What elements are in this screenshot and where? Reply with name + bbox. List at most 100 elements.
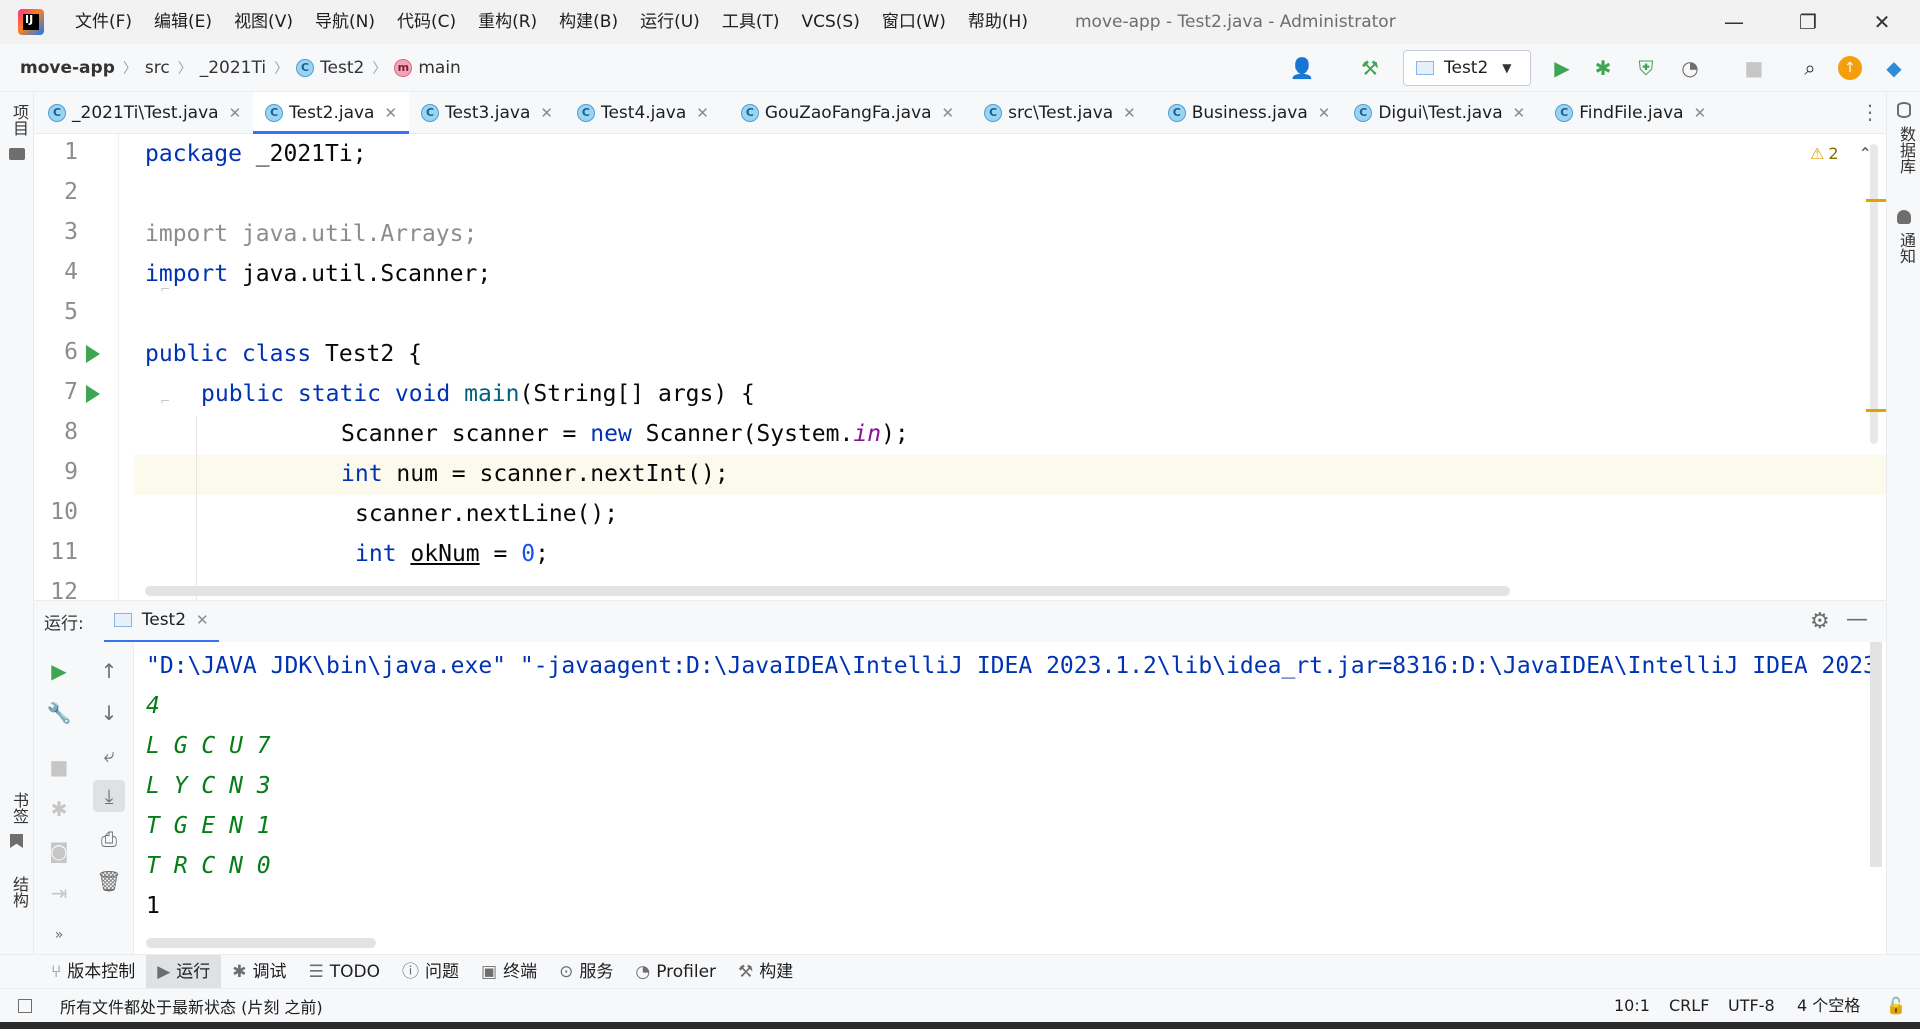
debug-icon[interactable]: ✱ — [1589, 54, 1617, 82]
menu-help[interactable]: 帮助(H) — [957, 0, 1039, 44]
settings-gear-icon[interactable]: ⚙ — [1810, 609, 1830, 634]
close-window-button[interactable]: ✕ — [1852, 0, 1912, 44]
tab-gouzaofangfa[interactable]: C GouZaoFangFa.java ✕ — [721, 92, 966, 134]
update-icon[interactable]: ↑ — [1838, 56, 1862, 80]
tool-build[interactable]: ⚒ 构建 — [727, 955, 804, 989]
close-icon[interactable]: ✕ — [1513, 104, 1526, 122]
close-icon[interactable]: ✕ — [384, 104, 397, 122]
menu-navigate[interactable]: 导航(N) — [304, 0, 386, 44]
tool-version-control[interactable]: ⑂ 版本控制 — [40, 955, 146, 989]
fold-icon[interactable]: ⌐ — [160, 394, 170, 408]
run-tab-test2[interactable]: Test2 ✕ — [103, 601, 219, 643]
menu-vcs[interactable]: VCS(S) — [790, 0, 870, 44]
coverage-icon[interactable]: ⛨ — [1632, 54, 1660, 82]
tab-src-test[interactable]: Csrc\Test.java ✕ — [966, 92, 1148, 134]
indent-setting[interactable]: 4 个空格 — [1797, 989, 1860, 1023]
bookmark-icon[interactable] — [10, 834, 23, 848]
wrench-icon[interactable]: 🔧 — [46, 700, 72, 726]
menu-view[interactable]: 视图(V) — [223, 0, 304, 44]
tool-problems[interactable]: ⓘ 问题 — [391, 955, 470, 989]
trash-icon[interactable]: 🗑 — [96, 868, 122, 894]
build-hammer-icon[interactable]: ⚒ — [1356, 54, 1384, 82]
breadcrumb-project[interactable]: move-app — [20, 58, 115, 78]
file-encoding[interactable]: UTF-8 — [1728, 989, 1775, 1023]
tab-test3[interactable]: C Test3.java ✕ — [409, 92, 565, 134]
close-icon[interactable]: ✕ — [1694, 104, 1707, 122]
tab-test4[interactable]: C Test4.java ✕ — [565, 92, 721, 134]
tool-services[interactable]: ⊙ 服务 — [548, 955, 624, 989]
search-icon[interactable]: ⌕ — [1796, 54, 1824, 82]
console-vertical-scrollbar[interactable] — [1870, 642, 1882, 867]
console-output[interactable]: "D:\JAVA JDK\bin\java.exe" "-javaagent:D… — [134, 642, 1886, 954]
tab-findfile[interactable]: C FindFile.java ✕ — [1537, 92, 1718, 134]
more-tabs-icon[interactable]: ⋮ — [1860, 100, 1880, 124]
tool-debug[interactable]: ✱ 调试 — [221, 955, 297, 989]
horizontal-scrollbar[interactable] — [145, 586, 1510, 596]
close-icon[interactable]: ✕ — [1123, 104, 1136, 122]
line-separator[interactable]: CRLF — [1669, 989, 1709, 1023]
breadcrumb-package[interactable]: _2021Ti — [200, 58, 266, 78]
code-token: Test2 { — [311, 341, 422, 367]
console-horizontal-scrollbar[interactable] — [146, 938, 376, 948]
soft-wrap-icon[interactable]: ⤶ — [96, 742, 122, 768]
more-icon[interactable]: » — [46, 922, 72, 948]
menu-run[interactable]: 运行(U) — [629, 0, 711, 44]
breadcrumb-method[interactable]: m main — [394, 58, 461, 78]
caret-position[interactable]: 10:1 — [1614, 989, 1650, 1023]
breadcrumb-class[interactable]: C Test2 — [296, 58, 364, 78]
menu-code[interactable]: 代码(C) — [386, 0, 467, 44]
rerun-icon[interactable]: ▶ — [46, 658, 72, 684]
tab-business[interactable]: C Business.java ✕ — [1148, 92, 1343, 134]
close-icon[interactable]: ✕ — [229, 104, 242, 122]
structure-tool-label[interactable]: 结构 — [7, 876, 31, 908]
print-icon[interactable]: ⎙ — [96, 826, 122, 852]
minimize-button[interactable]: — — [1704, 0, 1764, 44]
arrow-up-icon[interactable]: ↑ — [96, 658, 122, 684]
bookmarks-tool-label[interactable]: 书签 — [7, 792, 31, 824]
notifications-tool-label[interactable]: 通知 — [1894, 232, 1918, 264]
lock-icon[interactable]: 🔓 — [1886, 989, 1906, 1023]
tool-terminal[interactable]: ▣ 终端 — [470, 955, 548, 989]
close-icon[interactable]: ✕ — [540, 104, 553, 122]
menu-window[interactable]: 窗口(W) — [871, 0, 957, 44]
breadcrumb-src[interactable]: src — [145, 58, 170, 78]
application-icon — [1416, 61, 1434, 75]
notifications-bell-icon[interactable] — [1897, 210, 1911, 224]
close-icon[interactable]: ✕ — [696, 104, 709, 122]
tool-windows-toggle-icon[interactable] — [18, 999, 32, 1013]
tool-todo[interactable]: ☰ TODO — [298, 955, 392, 989]
warning-marker[interactable] — [1866, 409, 1886, 412]
tab-test2[interactable]: C Test2.java ✕ — [253, 91, 410, 134]
close-icon[interactable]: ✕ — [1318, 104, 1331, 122]
database-tool-label[interactable]: 数据库 — [1894, 126, 1918, 174]
menu-file[interactable]: 文件(F) — [64, 0, 143, 44]
restore-button[interactable]: ❐ — [1778, 0, 1838, 44]
user-icon[interactable]: 👤 — [1288, 54, 1316, 82]
menu-tools[interactable]: 工具(T) — [711, 0, 791, 44]
run-icon[interactable]: ▶ — [1548, 54, 1576, 82]
tool-run[interactable]: ▶ 运行 — [146, 954, 222, 989]
ide-plugin-icon[interactable]: ◆ — [1880, 54, 1908, 82]
editor-scrollbar[interactable] — [1870, 144, 1878, 444]
tool-profiler[interactable]: ◔ Profiler — [624, 955, 727, 989]
database-icon[interactable] — [1897, 102, 1911, 118]
warning-marker[interactable] — [1866, 199, 1886, 202]
code-editor[interactable]: 1 2 3 4 5 6 7 8 9 10 11 12 ⌐ ⌐ package _… — [34, 134, 1886, 600]
close-icon[interactable]: ✕ — [196, 611, 209, 629]
run-gutter-icon[interactable] — [86, 385, 100, 403]
run-configuration-select[interactable]: Test2 ▼ — [1403, 50, 1531, 86]
menu-edit[interactable]: 编辑(E) — [143, 0, 223, 44]
code-line-3: import java.util.Arrays; — [145, 221, 478, 247]
arrow-down-icon[interactable]: ↓ — [96, 700, 122, 726]
menu-refactor[interactable]: 重构(R) — [467, 0, 548, 44]
tab-digui-test[interactable]: C Digui\Test.java ✕ — [1342, 92, 1537, 134]
project-tool-label[interactable]: 项目 — [7, 104, 31, 136]
hide-panel-icon[interactable]: — — [1846, 607, 1868, 632]
tab-2021ti-test[interactable]: C _2021Ti\Test.java ✕ — [34, 92, 253, 134]
run-gutter-icon[interactable] — [86, 345, 100, 363]
close-icon[interactable]: ✕ — [942, 104, 955, 122]
folder-icon[interactable] — [9, 148, 25, 160]
scroll-to-end-icon[interactable]: ⤓ — [93, 780, 125, 812]
profiler-icon[interactable]: ◔ — [1676, 54, 1704, 82]
menu-build[interactable]: 构建(B) — [548, 0, 629, 44]
